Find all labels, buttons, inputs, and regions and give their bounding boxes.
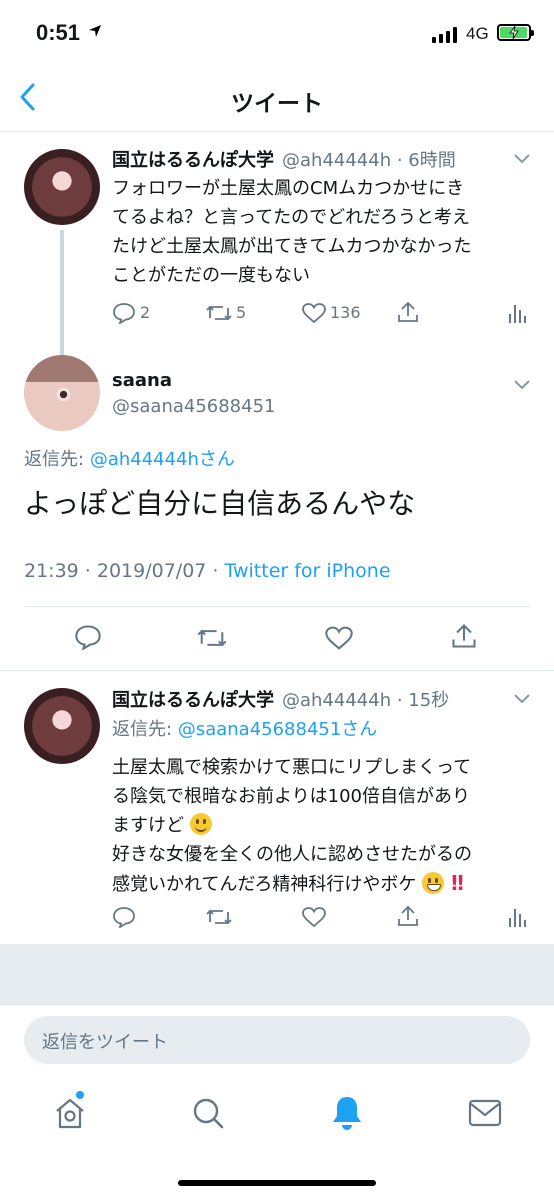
reply-to-link[interactable]: @ah44444hさん — [90, 449, 235, 470]
author-name[interactable]: 国立はるるんぽ大学 — [112, 146, 274, 172]
tweet-text: 土屋太鳳で検索かけて悪口にリプしまくって る陰気で根暗なお前よりは100倍自信が… — [112, 757, 472, 895]
author-handle-time: @ah44444h · 6時間 — [282, 150, 456, 171]
source-link[interactable]: Twitter for iPhone — [225, 560, 391, 582]
divider — [24, 606, 530, 607]
status-time: 0:51 — [36, 20, 81, 45]
double-exclamation: !! — [449, 871, 465, 895]
author-handle: @saana45688451 — [112, 396, 276, 417]
reply-to-line: 返信先: @saana45688451さん — [112, 719, 378, 740]
tweet-text: フォロワーが土屋太鳳のCMムカつかせにき てるよね？と言ってたのでどれだろうと考… — [112, 178, 472, 286]
reply-icon[interactable] — [112, 906, 136, 928]
network-type: 4G — [466, 24, 489, 43]
page-title: ツイート — [231, 91, 323, 117]
signal-strength-icon — [432, 27, 457, 43]
author-name[interactable]: 国立はるるんぽ大学 — [112, 686, 274, 712]
messages-envelope-icon[interactable] — [468, 1098, 502, 1128]
location-arrow-icon — [89, 25, 101, 37]
reply-icon[interactable] — [74, 624, 102, 650]
home-icon[interactable] — [54, 1096, 86, 1130]
smiley-emoji-icon — [189, 813, 212, 835]
like-count: 136 — [330, 303, 361, 322]
grinning-emoji-icon — [422, 872, 445, 894]
main-tweet-text: よっぽど自分に自信あるんやな — [24, 487, 416, 520]
analytics-icon[interactable] — [507, 906, 527, 928]
like-icon[interactable] — [301, 906, 327, 928]
share-icon[interactable] — [396, 300, 420, 324]
chevron-down-icon[interactable] — [512, 692, 532, 706]
author-name[interactable]: saana — [112, 370, 172, 391]
share-icon[interactable] — [396, 904, 420, 928]
share-icon[interactable] — [450, 622, 478, 650]
divider — [0, 1004, 554, 1005]
search-icon[interactable] — [191, 1096, 225, 1130]
home-indicator — [178, 1180, 376, 1186]
like-icon[interactable] — [324, 625, 354, 651]
divider — [0, 670, 554, 671]
tweet-header: 国立はるるんぽ大学 @ah44444h · 6時間 — [112, 146, 456, 172]
reply-count: 2 — [140, 303, 151, 322]
like-icon[interactable] — [301, 302, 327, 324]
chevron-down-icon[interactable] — [512, 378, 532, 392]
tweet-header: 国立はるるんぽ大学 @ah44444h · 15秒 — [112, 686, 449, 712]
notifications-bell-icon[interactable] — [330, 1094, 364, 1132]
author-handle-time: @ah44444h · 15秒 — [282, 690, 450, 711]
chevron-down-icon[interactable] — [512, 152, 532, 166]
retweet-count: 5 — [236, 303, 247, 322]
battery-icon — [497, 24, 534, 41]
thread-connector — [60, 230, 64, 355]
avatar[interactable] — [24, 688, 100, 764]
retweet-icon[interactable] — [205, 906, 233, 928]
avatar[interactable] — [24, 355, 100, 431]
timestamp: 21:39 · 2019/07/07 · — [24, 560, 225, 582]
notification-dot — [76, 1091, 84, 1099]
retweet-icon[interactable] — [205, 302, 233, 324]
analytics-icon[interactable] — [507, 302, 527, 324]
reply-placeholder: 返信をツイート — [42, 1032, 168, 1053]
reply-to-link[interactable]: @saana45688451さん — [178, 719, 378, 740]
header-divider — [0, 131, 554, 132]
retweet-icon[interactable] — [196, 625, 228, 651]
reply-icon[interactable] — [112, 302, 136, 324]
reply-to-line: 返信先: @ah44444hさん — [24, 449, 235, 470]
avatar[interactable] — [24, 149, 100, 225]
section-spacer — [0, 944, 554, 1004]
timestamp-line: 21:39 · 2019/07/07 · Twitter for iPhone — [24, 560, 391, 582]
